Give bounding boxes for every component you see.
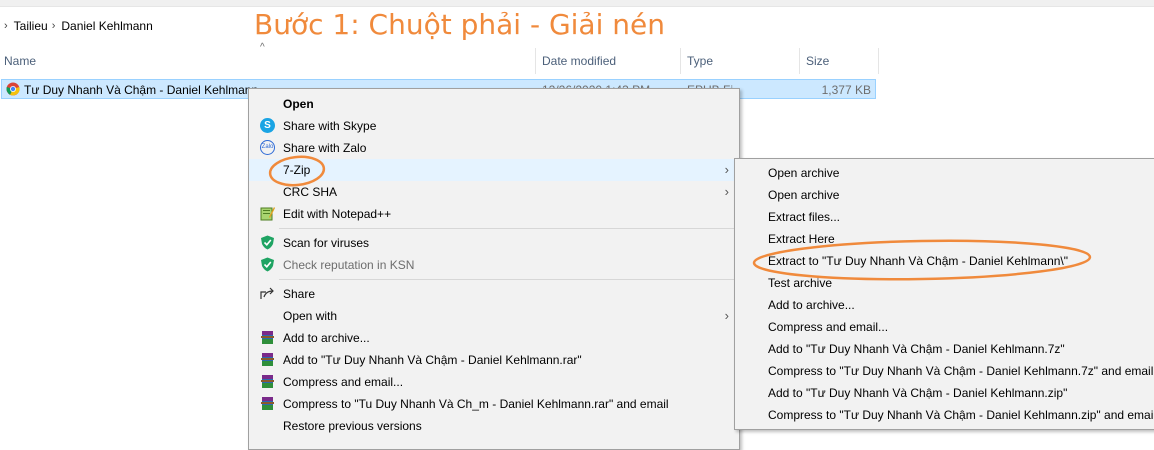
submenu-7zip: Open archive Open archive Extract files.… [734, 158, 1154, 430]
menu-item-label: Share with Skype [283, 119, 377, 133]
file-name: Tư Duy Nhanh Và Chậm - Daniel Kehlmann [24, 83, 259, 97]
menu-item-label: Test archive [768, 276, 833, 290]
menu-item-label: Add to "Tư Duy Nhanh Và Chậm - Daniel Ke… [768, 386, 1068, 400]
column-header-type[interactable]: Type [687, 48, 713, 74]
menu-item-crc-sha[interactable]: CRC SHA › [249, 181, 739, 203]
menu-item-label: Add to archive... [283, 331, 370, 345]
menu-item-label: Compress to "Tu Duy Nhanh Và Ch_m - Dani… [283, 397, 669, 411]
chevron-right-icon: › [724, 162, 729, 177]
column-divider[interactable] [680, 48, 681, 74]
window-top-strip [0, 0, 1154, 7]
submenu-item-extract-here[interactable]: Extract Here [735, 228, 1154, 250]
menu-item-label: Open archive [768, 166, 840, 180]
menu-item-label: Extract files... [768, 210, 841, 224]
submenu-item-add-zip[interactable]: Add to "Tư Duy Nhanh Và Chậm - Daniel Ke… [735, 382, 1154, 404]
chevron-right-icon: › [724, 308, 729, 323]
menu-item-label: CRC SHA [283, 185, 338, 199]
menu-item-label: Open archive [768, 188, 840, 202]
winrar-icon [261, 353, 274, 366]
menu-item-label: Check reputation in KSN [283, 258, 415, 272]
menu-item-compress-email[interactable]: Compress and email... [249, 371, 739, 393]
annotation-title: Bước 1: Chuột phải - Giải nén [254, 8, 665, 41]
submenu-item-add-7z[interactable]: Add to "Tư Duy Nhanh Và Chậm - Daniel Ke… [735, 338, 1154, 360]
menu-item-label: Open with [283, 309, 338, 323]
notepad-icon [260, 207, 275, 221]
menu-item-share-skype[interactable]: S Share with Skype [249, 115, 739, 137]
submenu-item-compress-7z-email[interactable]: Compress to "Tư Duy Nhanh Và Chậm - Dani… [735, 360, 1154, 382]
menu-item-label: Extract Here [768, 232, 835, 246]
menu-item-add-archive[interactable]: Add to archive... [249, 327, 739, 349]
column-divider[interactable] [878, 48, 879, 74]
menu-item-label: 7-Zip [283, 163, 311, 177]
zalo-icon: Zalo [260, 140, 275, 155]
menu-item-label: Compress to "Tư Duy Nhanh Và Chậm - Dani… [768, 408, 1154, 422]
menu-item-label: Add to "Tư Duy Nhanh Và Chậm - Daniel Ke… [283, 353, 582, 367]
menu-item-label: Scan for viruses [283, 236, 370, 250]
submenu-item-add-archive[interactable]: Add to archive... [735, 294, 1154, 316]
menu-item-share-zalo[interactable]: Zalo Share with Zalo [249, 137, 739, 159]
menu-item-restore-versions[interactable]: Restore previous versions [249, 415, 739, 437]
chrome-icon [6, 82, 20, 96]
column-header-size[interactable]: Size [806, 48, 829, 74]
column-divider[interactable] [799, 48, 800, 74]
column-header-date[interactable]: Date modified [542, 48, 616, 74]
submenu-item-extract-to-folder[interactable]: Extract to "Tư Duy Nhanh Và Chậm - Danie… [735, 250, 1154, 272]
breadcrumb-item-tailieu[interactable]: Tailieu [14, 19, 48, 33]
shield-icon [261, 257, 274, 272]
menu-item-label: Share [283, 287, 316, 301]
menu-item-scan-viruses[interactable]: Scan for viruses [249, 232, 739, 254]
breadcrumb-item-folder[interactable]: Daniel Kehlmann [61, 19, 152, 33]
menu-separator [279, 228, 737, 229]
menu-item-label: Compress to "Tư Duy Nhanh Và Chậm - Dani… [768, 364, 1154, 378]
winrar-icon [261, 397, 274, 410]
chevron-right-icon: › [4, 20, 8, 32]
column-header-name[interactable]: Name [4, 48, 36, 74]
winrar-icon [261, 375, 274, 388]
submenu-item-compress-email[interactable]: Compress and email... [735, 316, 1154, 338]
menu-item-label: Add to archive... [768, 298, 855, 312]
breadcrumb: › Tailieu › Daniel Kehlmann [0, 14, 153, 38]
sort-up-icon: ^ [260, 42, 265, 53]
menu-item-add-rar[interactable]: Add to "Tư Duy Nhanh Và Chậm - Daniel Ke… [249, 349, 739, 371]
menu-item-label: Share with Zalo [283, 141, 367, 155]
submenu-item-open-archive-2[interactable]: Open archive [735, 184, 1154, 206]
menu-item-label: Extract to "Tư Duy Nhanh Và Chậm - Danie… [768, 254, 1069, 268]
menu-item-label: Edit with Notepad++ [283, 207, 392, 221]
skype-icon: S [260, 118, 275, 133]
chevron-right-icon: › [724, 184, 729, 199]
menu-item-label: Compress and email... [768, 320, 889, 334]
column-divider[interactable] [535, 48, 536, 74]
menu-item-label: Open [283, 97, 314, 111]
menu-item-compress-rar-email[interactable]: Compress to "Tu Duy Nhanh Và Ch_m - Dani… [249, 393, 739, 415]
menu-separator [279, 279, 737, 280]
menu-item-label: Compress and email... [283, 375, 404, 389]
file-size: 1,377 KB [821, 83, 871, 97]
menu-item-open-with[interactable]: Open with › [249, 305, 739, 327]
chevron-right-icon: › [51, 20, 56, 32]
context-menu: Open S Share with Skype Zalo Share with … [248, 88, 740, 450]
submenu-item-test-archive[interactable]: Test archive [735, 272, 1154, 294]
submenu-item-extract-files[interactable]: Extract files... [735, 206, 1154, 228]
menu-item-open[interactable]: Open [249, 93, 739, 115]
winrar-icon [261, 331, 274, 344]
menu-item-label: Add to "Tư Duy Nhanh Và Chậm - Daniel Ke… [768, 342, 1065, 356]
submenu-item-compress-zip-email[interactable]: Compress to "Tư Duy Nhanh Và Chậm - Dani… [735, 404, 1154, 426]
shield-icon [261, 235, 274, 250]
menu-item-check-reputation[interactable]: Check reputation in KSN [249, 254, 739, 276]
menu-item-share[interactable]: Share [249, 283, 739, 305]
menu-item-7zip[interactable]: 7-Zip › [249, 159, 739, 181]
submenu-item-open-archive[interactable]: Open archive [735, 162, 1154, 184]
menu-item-label: Restore previous versions [283, 419, 422, 433]
share-icon [260, 287, 274, 299]
menu-item-edit-notepad[interactable]: Edit with Notepad++ [249, 203, 739, 225]
